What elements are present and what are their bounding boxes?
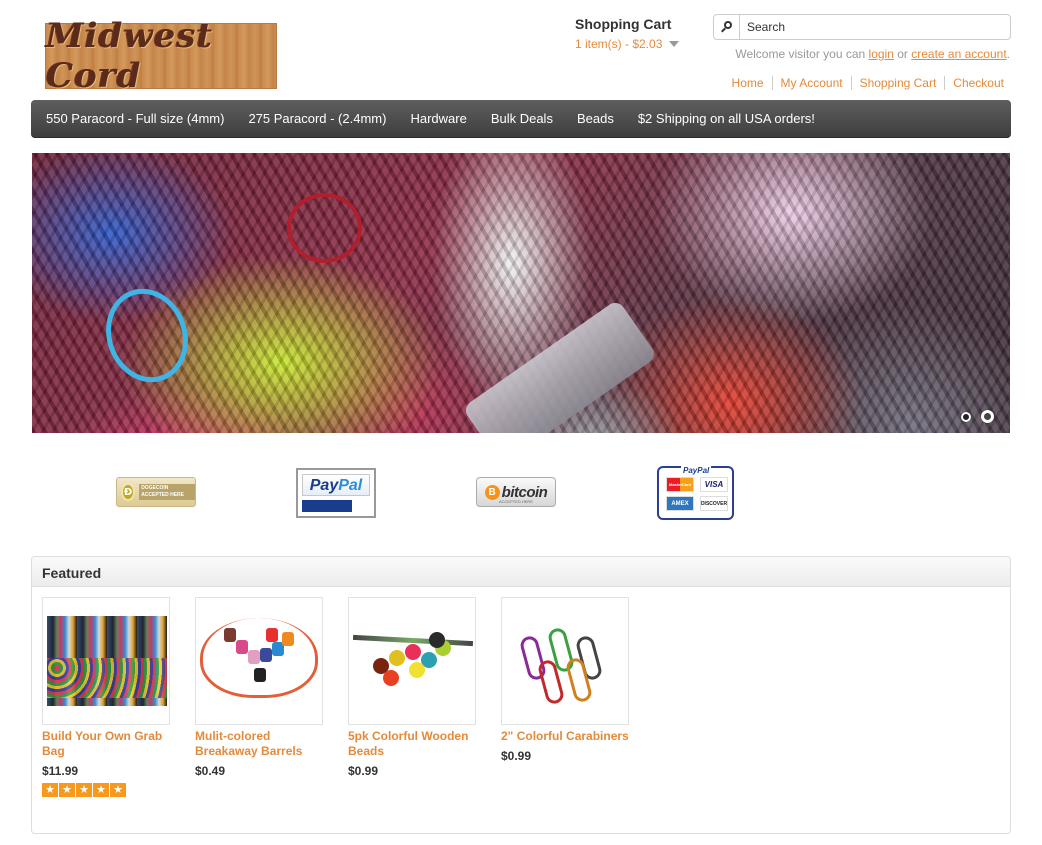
- menu-item-550-paracord[interactable]: 550 Paracord - Full size (4mm): [34, 111, 236, 126]
- paypal-wordmark: PayPal: [302, 474, 370, 496]
- menu-item-beads[interactable]: Beads: [565, 111, 626, 126]
- welcome-period: .: [1006, 47, 1010, 61]
- link-my-account[interactable]: My Account: [771, 76, 851, 90]
- ring-decoration: [287, 193, 362, 263]
- welcome-message: Welcome visitor you can login or create …: [735, 47, 1010, 61]
- paypal-word-a: Pay: [309, 477, 339, 494]
- dogecoin-text: DOGECOIN ACCEPTED HERE: [139, 484, 195, 500]
- slideshow-dots: [961, 410, 994, 423]
- product-rating: ★ ★ ★ ★ ★: [42, 783, 170, 797]
- slideshow-banner[interactable]: [32, 153, 1010, 433]
- product-image[interactable]: [348, 597, 476, 725]
- product-price: $0.99: [348, 764, 379, 778]
- product-price: $0.99: [501, 749, 532, 763]
- bitcoin-sub: ACCEPTED HERE: [498, 499, 533, 504]
- search-button[interactable]: [714, 15, 740, 39]
- menu-item-bulk-deals[interactable]: Bulk Deals: [479, 111, 565, 126]
- welcome-or: or: [897, 47, 908, 61]
- shopping-cart-widget[interactable]: Shopping Cart 1 item(s) - $2.03: [575, 16, 680, 51]
- featured-products: Build Your Own Grab Bag $11.99 ★ ★ ★ ★ ★: [42, 597, 629, 797]
- menu-item-275-paracord[interactable]: 275 Paracord - (2.4mm): [236, 111, 398, 126]
- paypal-logo: PayPal: [296, 468, 376, 518]
- slide-dot-1[interactable]: [961, 411, 971, 422]
- visa-icon: VISA: [700, 477, 728, 492]
- product-image[interactable]: [195, 597, 323, 725]
- discover-icon: DISCOVER: [700, 496, 728, 511]
- product-name[interactable]: Mulit-colored Breakaway Barrels: [195, 729, 323, 759]
- star-icon: ★: [42, 783, 58, 797]
- chevron-down-icon: [669, 41, 680, 47]
- featured-title: Featured: [32, 557, 1010, 587]
- star-icon: ★: [110, 783, 126, 797]
- search-icon: [720, 21, 733, 33]
- slide-dot-2[interactable]: [981, 410, 994, 423]
- menu-item-hardware[interactable]: Hardware: [398, 111, 478, 126]
- site-logo[interactable]: Midwest Cord: [45, 16, 277, 96]
- cart-title: Shopping Cart: [575, 16, 672, 32]
- top-links: Home My Account Shopping Cart Checkout: [724, 76, 1012, 90]
- search-bar: [713, 14, 1011, 40]
- star-icon: ★: [93, 783, 109, 797]
- dogecoin-logo: Ð DOGECOIN ACCEPTED HERE: [116, 477, 196, 507]
- star-icon: ★: [59, 783, 75, 797]
- paypal-bar: [302, 500, 353, 512]
- link-home[interactable]: Home: [724, 76, 772, 90]
- amex-icon: AMEX: [666, 496, 694, 511]
- featured-box: Featured Build Your Own Grab Bag $11.99 …: [31, 556, 1011, 834]
- link-checkout[interactable]: Checkout: [944, 76, 1012, 90]
- product-card: 5pk Colorful Wooden Beads $0.99: [348, 597, 476, 797]
- product-image[interactable]: [501, 597, 629, 725]
- logo-text: Midwest Cord: [46, 16, 214, 96]
- cart-summary[interactable]: 1 item(s) - $2.03: [575, 37, 680, 51]
- product-image[interactable]: [42, 597, 170, 725]
- cart-summary-text: 1 item(s) - $2.03: [575, 37, 663, 51]
- product-name[interactable]: 2" Colorful Carabiners: [501, 729, 629, 744]
- bitcoin-logo: B bitcoin ACCEPTED HERE: [476, 477, 556, 507]
- product-name[interactable]: Build Your Own Grab Bag: [42, 729, 170, 759]
- star-icon: ★: [76, 783, 92, 797]
- paypal-word-b: Pal: [338, 477, 363, 494]
- menu-item-shipping[interactable]: $2 Shipping on all USA orders!: [626, 111, 827, 126]
- link-shopping-cart[interactable]: Shopping Cart: [850, 76, 945, 90]
- main-menu: 550 Paracord - Full size (4mm) 275 Parac…: [31, 100, 1011, 138]
- paypal-cards-header: PayPal: [681, 466, 712, 475]
- create-account-link[interactable]: create an account: [911, 47, 1006, 61]
- credit-cards-logo: PayPal MasterCard VISA AMEX DISCOVER: [657, 466, 734, 520]
- login-link[interactable]: login: [869, 47, 894, 61]
- product-name[interactable]: 5pk Colorful Wooden Beads: [348, 729, 476, 759]
- product-card: 2" Colorful Carabiners $0.99: [501, 597, 629, 797]
- product-card: Mulit-colored Breakaway Barrels $0.49: [195, 597, 323, 797]
- product-price: $11.99: [42, 764, 79, 778]
- bitcoin-icon: B: [484, 484, 500, 500]
- search-input[interactable]: [740, 20, 1000, 34]
- product-price: $0.49: [195, 764, 226, 778]
- bitcoin-word: bitcoin: [501, 483, 548, 501]
- mastercard-icon: MasterCard: [666, 477, 694, 492]
- dogecoin-icon: Ð: [121, 483, 136, 501]
- product-card: Build Your Own Grab Bag $11.99 ★ ★ ★ ★ ★: [42, 597, 170, 797]
- welcome-prefix: Welcome visitor you can: [735, 47, 866, 61]
